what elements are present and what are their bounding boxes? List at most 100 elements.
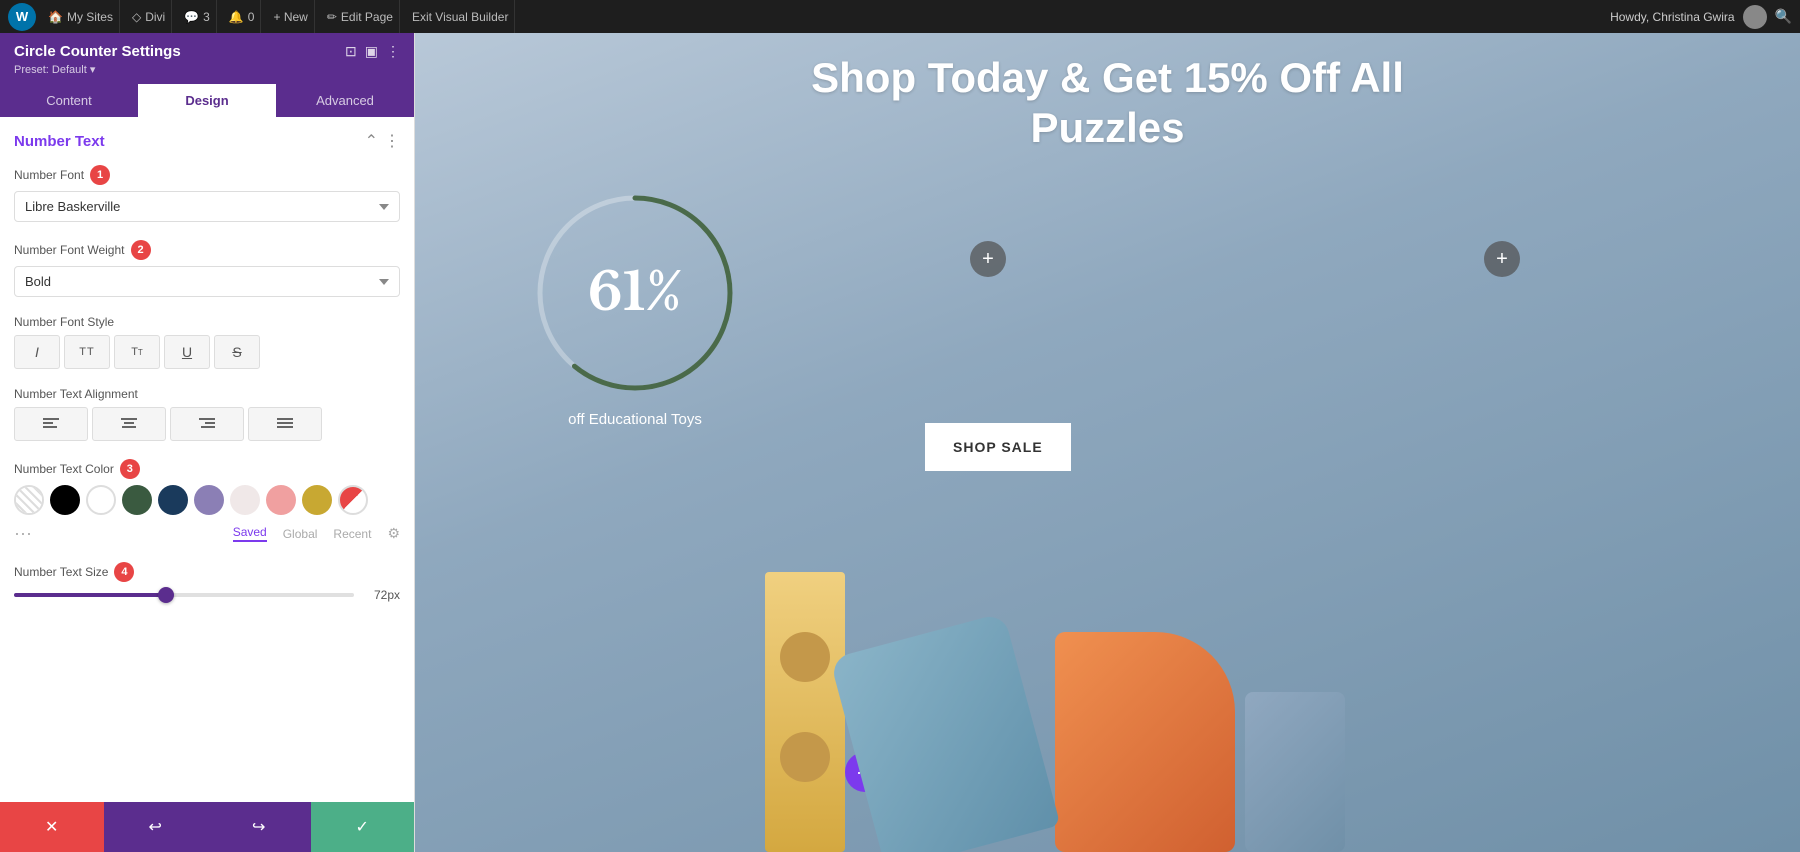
canvas: Shop Today & Get 15% Off All Puzzles 61%… (415, 33, 1800, 852)
comments-count: 3 (203, 10, 210, 24)
number-text-size-field: Number Text Size 4 72px (14, 562, 400, 602)
strikethrough-button[interactable]: S (214, 335, 260, 369)
step-badge-1: 1 (90, 165, 110, 185)
search-icon[interactable]: 🔍 (1775, 8, 1792, 25)
notification-icon: 🔔 (229, 10, 244, 24)
main-content: Circle Counter Settings ⊡ ▣ ⋮ Preset: De… (0, 33, 1800, 852)
number-font-weight-field: Number Font Weight 2 Thin Light Regular … (14, 240, 400, 297)
number-font-style-label-text: Number Font Style (14, 315, 114, 329)
text-size-slider[interactable] (14, 593, 354, 597)
tabs-row: Content Design Advanced (0, 84, 414, 117)
section-title-text: Number Text (14, 133, 105, 150)
color-saved-tab[interactable]: Saved (233, 525, 267, 542)
preset-row[interactable]: Preset: Default ▾ (14, 63, 400, 76)
sidebar-header: Circle Counter Settings ⊡ ▣ ⋮ Preset: De… (0, 33, 414, 84)
exit-visual-builder-button[interactable]: Exit Visual Builder (406, 0, 516, 33)
tab-advanced-label: Advanced (316, 93, 374, 108)
my-sites-label: My Sites (67, 10, 113, 24)
number-text-alignment-label-text: Number Text Alignment (14, 387, 138, 401)
section-title: Number Text (14, 133, 105, 150)
save-button[interactable]: ✓ (311, 802, 415, 852)
color-custom-swatch[interactable] (338, 485, 368, 515)
tab-content[interactable]: Content (0, 84, 138, 117)
preset-label: Preset: Default (14, 64, 87, 76)
number-font-weight-label: Number Font Weight 2 (14, 240, 400, 260)
toy-wrench (830, 612, 1061, 852)
edit-page-label: Edit Page (341, 10, 393, 24)
style-buttons: I TT TT U S (14, 335, 400, 369)
number-font-select[interactable]: Libre Baskerville Arial Georgia Helvetic… (14, 191, 400, 222)
wordpress-icon[interactable]: W (8, 3, 36, 31)
redo-button[interactable]: ↪ (207, 802, 311, 852)
color-white-swatch[interactable] (86, 485, 116, 515)
step-badge-4: 4 (114, 562, 134, 582)
layout-icon[interactable]: ▣ (365, 43, 378, 60)
color-global-tab[interactable]: Global (283, 527, 318, 541)
align-center-button[interactable] (92, 407, 166, 441)
step-badge-2: 2 (131, 240, 151, 260)
notifications-count: 0 (248, 10, 255, 24)
divi-menu[interactable]: ◇ Divi (126, 0, 172, 33)
color-dark-blue-swatch[interactable] (158, 485, 188, 515)
toy-blue-block (1245, 692, 1345, 852)
notifications-menu[interactable]: 🔔 0 (223, 0, 262, 33)
color-settings-icon[interactable]: ⚙ (387, 525, 400, 542)
section-header: Number Text ⌃ ⋮ (14, 131, 400, 151)
edit-page-button[interactable]: ✏ Edit Page (321, 0, 400, 33)
comments-menu[interactable]: 💬 3 (178, 0, 217, 33)
number-font-weight-select[interactable]: Thin Light Regular Bold Extra Bold Black (14, 266, 400, 297)
add-section-button-2[interactable]: + (1484, 241, 1520, 277)
all-caps-button[interactable]: TT (64, 335, 110, 369)
small-caps-button[interactable]: TT (114, 335, 160, 369)
number-font-style-label: Number Font Style (14, 315, 400, 329)
add-section-button-1[interactable]: + (970, 241, 1006, 277)
color-light-pink-swatch[interactable] (230, 485, 260, 515)
cancel-button[interactable]: ✕ (0, 802, 104, 852)
slider-row: 72px (14, 588, 400, 602)
align-right-button[interactable] (170, 407, 244, 441)
tab-advanced[interactable]: Advanced (276, 84, 414, 117)
align-justify-button[interactable] (248, 407, 322, 441)
color-more-dots[interactable]: ··· (14, 523, 32, 544)
avatar (1743, 5, 1767, 29)
number-text-color-label-text: Number Text Color (14, 462, 114, 476)
preset-dropdown-icon: ▾ (90, 64, 96, 76)
number-font-field: Number Font 1 Libre Baskerville Arial Ge… (14, 165, 400, 222)
section-more-icon[interactable]: ⋮ (384, 131, 400, 151)
color-recent-tab[interactable]: Recent (333, 527, 371, 541)
number-font-style-field: Number Font Style I TT TT U S (14, 315, 400, 369)
color-gold-swatch[interactable] (302, 485, 332, 515)
more-options-icon[interactable]: ⋮ (386, 43, 400, 60)
toy-hole-2 (780, 732, 830, 782)
section-actions: ⌃ ⋮ (365, 131, 400, 151)
circle-counter: 61% (525, 183, 745, 403)
shop-sale-label: SHOP SALE (953, 439, 1043, 455)
italic-button[interactable]: I (14, 335, 60, 369)
resize-icon[interactable]: ⊡ (345, 43, 357, 60)
underline-button[interactable]: U (164, 335, 210, 369)
edit-icon: ✏ (327, 10, 337, 24)
undo-button[interactable]: ↩ (104, 802, 208, 852)
color-transparent-swatch[interactable] (14, 485, 44, 515)
divi-icon: ◇ (132, 10, 141, 24)
heading-line1: Shop Today & Get 15% Off All (415, 53, 1800, 103)
color-pink-swatch[interactable] (266, 485, 296, 515)
collapse-icon[interactable]: ⌃ (365, 131, 378, 151)
shop-sale-button[interactable]: SHOP SALE (925, 423, 1071, 471)
tab-design[interactable]: Design (138, 84, 276, 117)
home-icon: 🏠 (48, 10, 63, 24)
new-menu[interactable]: + New (267, 0, 314, 33)
color-black-swatch[interactable] (50, 485, 80, 515)
align-buttons (14, 407, 400, 441)
color-dark-green-swatch[interactable] (122, 485, 152, 515)
number-text-color-label: Number Text Color 3 (14, 459, 400, 479)
number-text-alignment-label: Number Text Alignment (14, 387, 400, 401)
align-left-button[interactable] (14, 407, 88, 441)
text-size-value: 72px (364, 588, 400, 602)
color-purple-swatch[interactable] (194, 485, 224, 515)
tab-content-label: Content (46, 93, 92, 108)
number-text-alignment-field: Number Text Alignment (14, 387, 400, 441)
my-sites-menu[interactable]: 🏠 My Sites (42, 0, 120, 33)
step-badge-3: 3 (120, 459, 140, 479)
number-text-size-label-text: Number Text Size (14, 565, 108, 579)
